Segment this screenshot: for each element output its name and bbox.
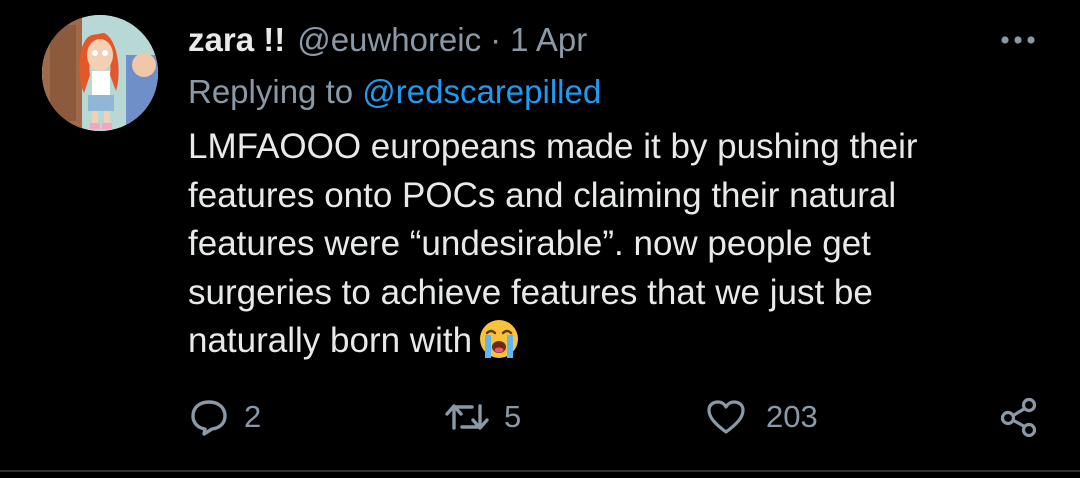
share-icon <box>1000 397 1037 437</box>
retweet-icon <box>445 404 489 430</box>
reply-button[interactable]: 2 <box>190 393 261 441</box>
tweet-divider <box>0 470 1080 472</box>
avatar-image <box>42 15 158 131</box>
avatar[interactable] <box>42 15 158 131</box>
display-name[interactable]: zara !! <box>188 21 285 59</box>
like-count: 203 <box>766 399 818 434</box>
tweet-text: LMFAOOO europeans made it by pushing the… <box>188 123 1048 374</box>
reply-count: 2 <box>244 399 262 434</box>
tweet-text-line: LMFAOOO europeans made it by pushing the… <box>188 127 918 166</box>
retweet-button[interactable]: 5 <box>444 393 521 441</box>
replying-to-line: Replying to @redscarepilled <box>188 73 601 111</box>
tweet-date[interactable]: 1 Apr <box>510 21 587 59</box>
tweet[interactable]: zara !! @euwhoreic · 1 Apr Replying to @… <box>0 0 1080 478</box>
tweet-text-line: naturally born with <box>188 321 473 360</box>
heart-icon <box>707 400 745 434</box>
more-horizontal-icon <box>1001 36 1035 44</box>
more-options-button[interactable] <box>996 26 1040 54</box>
tweet-text-line: surgeries to achieve features that we ju… <box>188 272 873 312</box>
tweet-text-line: features were “undesirable”. now people … <box>188 224 871 263</box>
separator-dot: · <box>490 21 502 58</box>
tweet-text-line-last: naturally born with <box>188 317 1048 374</box>
like-button[interactable]: 203 <box>706 393 818 441</box>
replying-to-mention[interactable]: @redscarepilled <box>362 73 601 110</box>
retweet-count: 5 <box>504 399 522 434</box>
user-handle[interactable]: @euwhoreic <box>297 21 481 59</box>
tweet-header: zara !! @euwhoreic · 1 Apr <box>188 20 587 60</box>
share-button[interactable] <box>1000 393 1038 441</box>
replying-to-label: Replying to <box>188 73 363 110</box>
loudly-crying-face-icon <box>478 318 520 374</box>
reply-bubble-icon <box>191 400 227 436</box>
tweet-text-line: features onto POCs and claiming their na… <box>188 175 897 215</box>
tweet-actions: 2 5 203 <box>0 393 1080 441</box>
